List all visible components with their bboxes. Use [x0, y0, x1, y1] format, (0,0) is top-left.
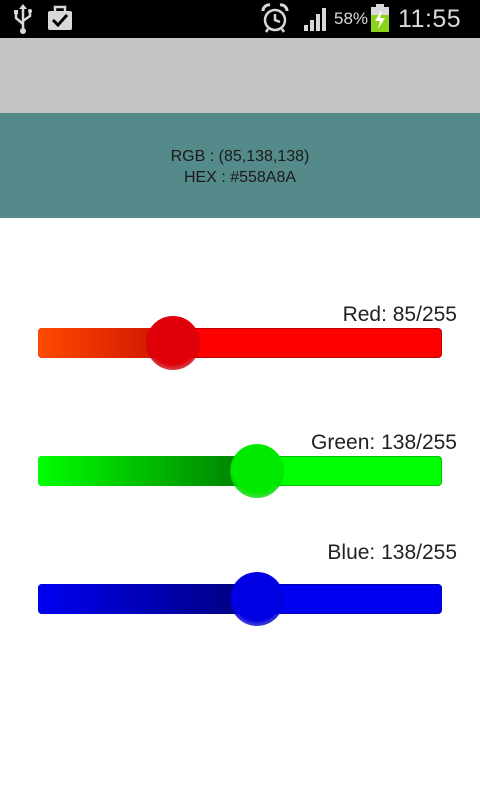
color-preview-panel: RGB : (85,138,138) HEX : #558A8A	[0, 113, 480, 218]
signal-icon	[304, 8, 326, 31]
title-area	[0, 38, 480, 113]
hex-value-text: HEX : #558A8A	[183, 169, 297, 186]
red-slider-label: Red: 85/255	[342, 303, 457, 326]
battery-percent: 58%	[334, 9, 369, 28]
battery-charging-icon	[371, 4, 389, 32]
blue-slider-label: Blue: 138/255	[327, 541, 457, 564]
green-slider-thumb[interactable]	[230, 444, 284, 498]
status-bar: 58% 11:55	[0, 0, 480, 38]
red-slider[interactable]	[38, 316, 442, 370]
red-slider-thumb[interactable]	[146, 316, 200, 370]
blue-slider[interactable]	[38, 572, 442, 626]
rgb-value-text: RGB : (85,138,138)	[170, 148, 310, 165]
blue-slider-fill	[38, 584, 257, 614]
blue-slider-thumb[interactable]	[230, 572, 284, 626]
alarm-icon	[261, 3, 289, 33]
usb-icon	[14, 4, 32, 34]
green-slider-fill	[38, 456, 257, 486]
clock: 11:55	[398, 5, 462, 33]
green-slider-label: Green: 138/255	[311, 431, 457, 454]
task-check-icon	[48, 5, 72, 30]
green-slider[interactable]	[38, 444, 442, 498]
